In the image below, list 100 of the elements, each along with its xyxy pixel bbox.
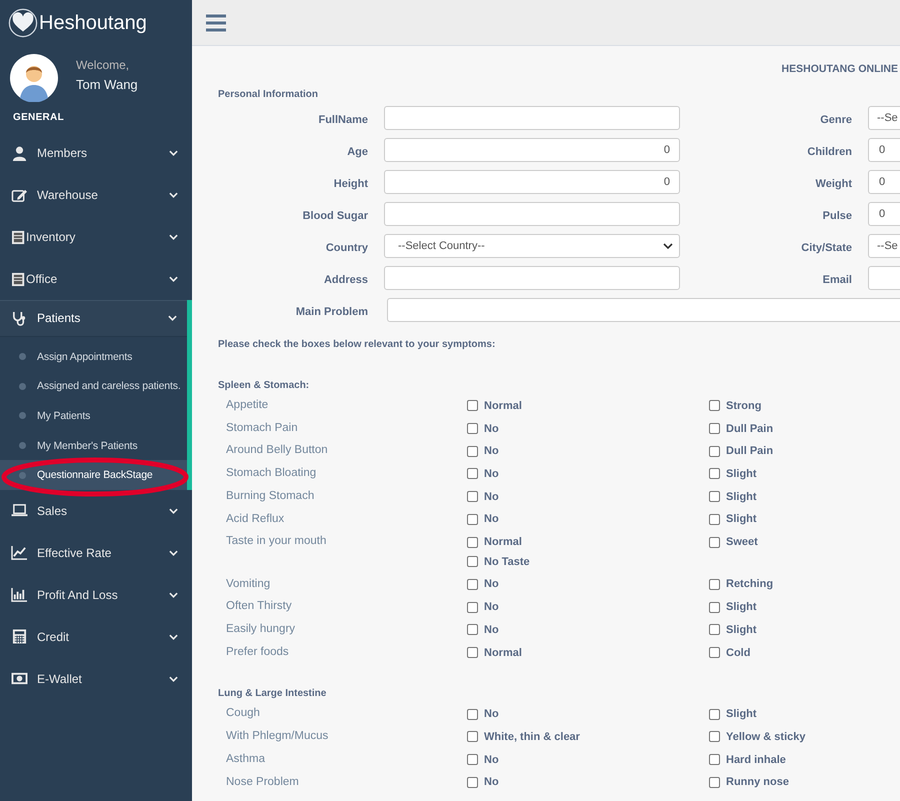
input-field[interactable] xyxy=(384,266,680,290)
submenu-item[interactable]: My Member's Patients xyxy=(0,430,187,460)
field-label: Main Problem xyxy=(294,305,368,318)
menu-item[interactable]: Patients xyxy=(37,311,168,325)
edit-icon xyxy=(11,188,28,202)
checkbox[interactable] xyxy=(709,754,720,766)
menu-icon[interactable] xyxy=(206,14,226,32)
checkbox[interactable] xyxy=(709,578,720,590)
option-label: Normal xyxy=(484,646,522,659)
checkbox[interactable] xyxy=(467,536,478,548)
checkbox[interactable] xyxy=(709,624,720,636)
heart-logo-icon xyxy=(8,8,38,38)
checkbox[interactable] xyxy=(709,514,720,525)
input-field[interactable]: 0 xyxy=(384,138,680,162)
option-label: No xyxy=(484,578,499,590)
input-field[interactable]: 0 xyxy=(868,170,900,194)
option-label: No xyxy=(484,754,499,766)
checkbox[interactable] xyxy=(467,731,478,742)
option-label: Slight xyxy=(726,624,757,636)
menu-item[interactable]: Effective Rate xyxy=(37,546,169,560)
chevron-down-icon[interactable] xyxy=(169,508,178,514)
chevron-down-icon[interactable] xyxy=(169,634,178,640)
checkbox[interactable] xyxy=(709,400,720,412)
option-label: Runny nose xyxy=(726,776,789,788)
checkbox[interactable] xyxy=(709,423,720,434)
checkbox[interactable] xyxy=(709,491,720,502)
chevron-down-icon[interactable] xyxy=(169,592,178,598)
checkbox[interactable] xyxy=(467,400,478,412)
checkbox[interactable] xyxy=(467,647,478,658)
checkbox[interactable] xyxy=(709,536,720,548)
menu-item[interactable]: E-Wallet xyxy=(37,672,169,686)
checkbox[interactable] xyxy=(467,514,478,525)
menu-item[interactable]: Office xyxy=(26,272,169,286)
symptom-label: Taste in your mouth xyxy=(226,534,328,550)
menu-item[interactable]: Sales xyxy=(37,504,169,518)
option-label: Cold xyxy=(726,646,750,659)
checkbox[interactable] xyxy=(709,468,720,480)
menu-item[interactable]: Warehouse xyxy=(37,188,169,202)
section-title: Spleen & Stomach: xyxy=(218,380,310,391)
chevron-down-icon[interactable] xyxy=(169,676,178,682)
submenu-item[interactable]: My Patients xyxy=(0,401,187,431)
checkbox[interactable] xyxy=(709,731,720,742)
symptom-label: Often Thirsty xyxy=(226,599,293,614)
checkbox[interactable] xyxy=(467,754,478,766)
checkbox[interactable] xyxy=(467,776,478,788)
symptom-label: Around Belly Button xyxy=(226,443,329,458)
submenu-item[interactable]: Assigned and careless patients. xyxy=(0,372,187,402)
checkbox[interactable] xyxy=(467,556,478,568)
symptom-label: With Phlegm/Mucus xyxy=(226,729,330,744)
checkbox[interactable] xyxy=(709,708,720,720)
chevron-down-icon[interactable] xyxy=(169,276,178,282)
submenu-item[interactable]: Assign Appointments xyxy=(0,342,187,372)
symptom-label: Easily hungry xyxy=(226,622,296,637)
menu-item[interactable]: Credit xyxy=(37,630,169,644)
option-label: Slight xyxy=(726,708,757,720)
input-field[interactable] xyxy=(868,266,900,290)
field-label: City/State xyxy=(800,241,852,254)
input-field[interactable] xyxy=(384,202,680,226)
bullet-dot-icon xyxy=(19,353,26,360)
checkbox[interactable] xyxy=(467,624,478,636)
chevron-down-icon[interactable] xyxy=(169,192,178,198)
symptom-label: Prefer foods xyxy=(226,644,290,660)
menu-item[interactable]: Profit And Loss xyxy=(37,588,169,602)
option-label: White, thin & clear xyxy=(484,730,580,743)
chevron-down-icon[interactable] xyxy=(169,550,178,556)
input-field[interactable] xyxy=(384,106,680,130)
menu-item[interactable]: Members xyxy=(37,146,169,160)
section-title: Lung & Large Intestine xyxy=(218,688,328,700)
symptom-label: Nose Problem xyxy=(226,774,300,790)
checkbox[interactable] xyxy=(709,602,720,613)
checkbox[interactable] xyxy=(467,602,478,613)
checkbox[interactable] xyxy=(467,468,478,480)
field-label: Address xyxy=(322,273,368,286)
select-field[interactable]: --Select Country-- xyxy=(384,234,680,258)
checkbox[interactable] xyxy=(709,647,720,658)
input-field[interactable]: 0 xyxy=(868,202,900,226)
bullet-dot-icon xyxy=(19,442,26,450)
checkbox[interactable] xyxy=(467,578,478,590)
checkbox[interactable] xyxy=(709,776,720,788)
chevron-down-icon[interactable] xyxy=(169,150,178,156)
input-field[interactable] xyxy=(387,298,900,322)
input-field[interactable]: 0 xyxy=(384,170,680,194)
checkbox[interactable] xyxy=(709,446,720,457)
select-field[interactable]: --Se xyxy=(868,234,900,258)
select-field[interactable]: --Se xyxy=(868,106,900,130)
section-title: Personal Information xyxy=(218,89,320,100)
checkbox[interactable] xyxy=(467,491,478,502)
banknote-icon xyxy=(11,671,28,686)
chevron-down-icon[interactable] xyxy=(168,315,177,321)
option-label: Hard inhale xyxy=(726,754,786,766)
field-label: Blood Sugar xyxy=(302,209,368,222)
laptop-icon xyxy=(11,503,28,518)
checkbox[interactable] xyxy=(467,708,478,720)
checkbox[interactable] xyxy=(467,423,478,434)
menu-item[interactable]: Inventory xyxy=(26,230,169,244)
menu-section-title: GENERAL xyxy=(13,112,65,123)
user-name: Tom Wang xyxy=(76,77,138,92)
input-field[interactable]: 0 xyxy=(868,138,900,162)
checkbox[interactable] xyxy=(467,446,478,457)
chevron-down-icon[interactable] xyxy=(169,234,178,240)
